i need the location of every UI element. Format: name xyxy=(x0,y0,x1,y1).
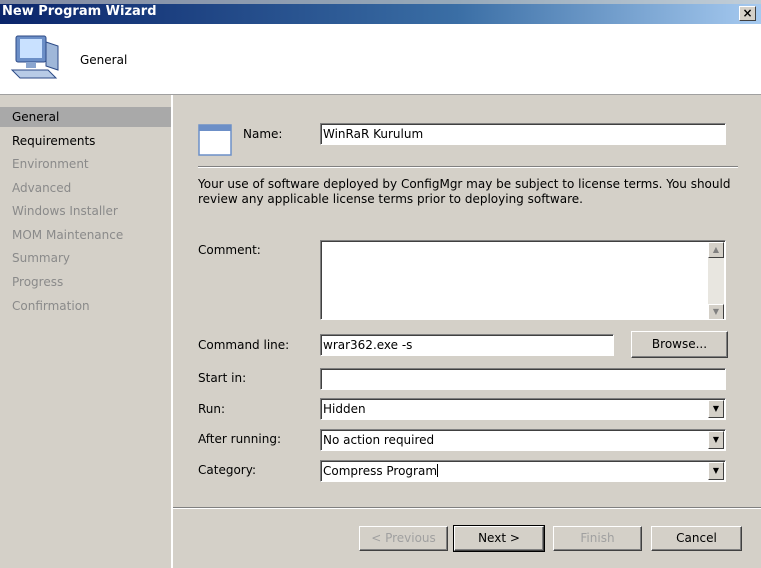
wizard-content: Name: WinRaR Kurulum Your use of softwar… xyxy=(173,95,761,568)
close-button[interactable]: × xyxy=(739,6,756,21)
after-running-value: No action required xyxy=(323,433,435,447)
comment-field[interactable]: ▲ ▼ xyxy=(320,240,726,320)
computer-icon xyxy=(10,35,59,79)
program-icon xyxy=(198,124,232,156)
wizard-step-list: General Requirements Environment Advance… xyxy=(0,95,173,568)
close-icon: × xyxy=(742,6,753,20)
chevron-down-icon[interactable]: ▼ xyxy=(708,400,724,418)
sidebar-item-mom-maintenance: MOM Maintenance xyxy=(12,228,124,242)
previous-button[interactable]: < Previous xyxy=(359,526,448,551)
page-title: General xyxy=(80,53,128,67)
category-select[interactable]: Compress Program ▼ xyxy=(320,460,726,482)
scroll-up-icon[interactable]: ▲ xyxy=(708,242,724,258)
separator xyxy=(198,166,738,168)
scroll-down-icon[interactable]: ▼ xyxy=(708,304,724,319)
run-select[interactable]: Hidden ▼ xyxy=(320,398,726,420)
name-field[interactable]: WinRaR Kurulum xyxy=(320,123,726,145)
sidebar-item-summary: Summary xyxy=(12,251,70,265)
run-label: Run: xyxy=(198,402,226,416)
title-bar: New Program Wizard × xyxy=(0,0,761,24)
sidebar-item-windows-installer: Windows Installer xyxy=(12,204,118,218)
chevron-down-icon[interactable]: ▼ xyxy=(708,462,724,480)
browse-button[interactable]: Browse... xyxy=(631,331,728,358)
finish-button[interactable]: Finish xyxy=(553,526,642,551)
command-line-label: Command line: xyxy=(198,338,290,352)
category-value: Compress Program xyxy=(323,464,438,478)
cancel-button[interactable]: Cancel xyxy=(651,526,742,551)
after-running-label: After running: xyxy=(198,432,281,446)
comment-label: Comment: xyxy=(198,243,261,257)
category-label: Category: xyxy=(198,463,256,477)
text-cursor xyxy=(437,464,439,477)
name-label: Name: xyxy=(243,127,283,141)
wizard-header: General xyxy=(0,24,761,95)
comment-scrollbar[interactable]: ▲ ▼ xyxy=(708,242,724,319)
button-separator xyxy=(173,507,761,509)
start-in-field[interactable] xyxy=(320,368,726,390)
window-title: New Program Wizard xyxy=(2,4,157,19)
chevron-down-icon[interactable]: ▼ xyxy=(708,431,724,449)
next-button[interactable]: Next > xyxy=(453,525,545,552)
license-notice: Your use of software deployed by ConfigM… xyxy=(198,177,731,206)
run-value: Hidden xyxy=(323,402,366,416)
sidebar-item-requirements[interactable]: Requirements xyxy=(0,131,171,151)
sidebar-item-general[interactable]: General xyxy=(0,107,171,127)
command-line-field[interactable]: wrar362.exe -s xyxy=(320,334,614,356)
sidebar-item-advanced: Advanced xyxy=(12,181,72,195)
sidebar-item-environment: Environment xyxy=(12,157,89,171)
sidebar-item-confirmation: Confirmation xyxy=(12,299,90,313)
start-in-label: Start in: xyxy=(198,371,247,385)
sidebar-item-progress: Progress xyxy=(12,275,64,289)
after-running-select[interactable]: No action required ▼ xyxy=(320,429,726,451)
